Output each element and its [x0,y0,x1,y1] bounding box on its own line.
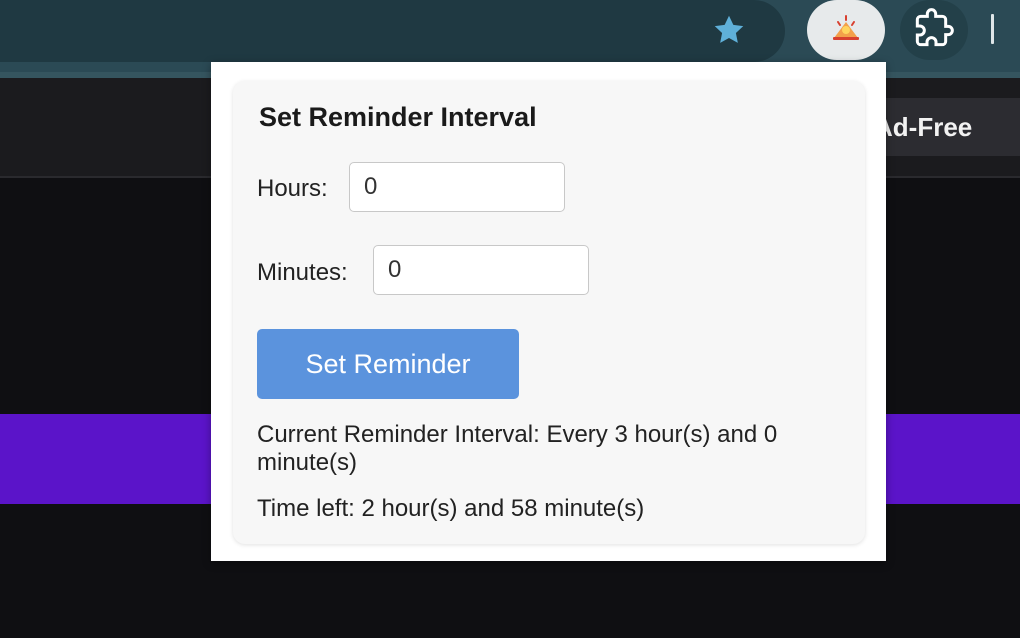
popup-title: Set Reminder Interval [259,102,537,132]
extension-popup: Set Reminder Interval Hours: Minutes: Se… [211,62,886,561]
time-left-text: Time left: 2 hour(s) and 58 minute(s) [257,495,645,522]
star-icon[interactable] [705,6,753,54]
set-reminder-button[interactable]: Set Reminder [257,329,519,399]
hours-label: Hours: [257,175,328,202]
reminder-card: Set Reminder Interval Hours: Minutes: Se… [233,81,865,544]
reminder-extension-button[interactable] [807,0,885,60]
hours-input[interactable] [349,162,565,212]
extensions-button[interactable] [900,0,968,60]
toolbar-divider [991,14,994,44]
reminder-extension-icon [826,8,866,53]
minutes-input[interactable] [373,245,589,295]
ad-free-label: Ad-Free [874,111,973,142]
address-bar[interactable] [0,0,785,62]
puzzle-icon [914,7,954,53]
minutes-label: Minutes: [257,259,348,286]
current-interval-text: Current Reminder Interval: Every 3 hour(… [257,421,778,476]
